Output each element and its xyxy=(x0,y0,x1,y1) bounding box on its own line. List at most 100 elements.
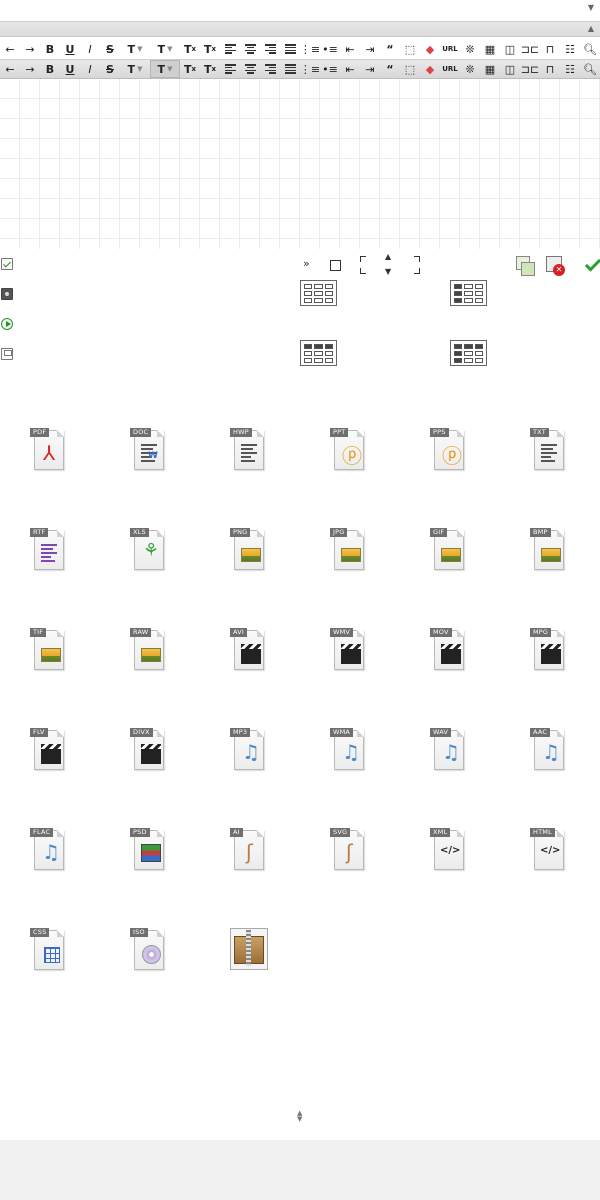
file-icon-txt[interactable]: TXT xyxy=(530,428,564,472)
file-icon-flac[interactable]: FLAC xyxy=(30,828,64,872)
archive-box-icon[interactable] xyxy=(230,928,270,972)
file-icon-xml[interactable]: XML xyxy=(430,828,464,872)
blockquote-button-2[interactable]: “ xyxy=(380,60,400,78)
merge-row-button[interactable]: ⊓ xyxy=(540,40,560,58)
align-right-button-2[interactable] xyxy=(260,60,280,78)
move-down-icon[interactable]: ▼ xyxy=(385,267,391,276)
subscript-button[interactable]: Tx xyxy=(200,40,220,58)
superscript-button-2[interactable]: Tx xyxy=(180,60,200,78)
collapse-arrow-icon[interactable]: ▼ xyxy=(588,3,594,12)
table-button[interactable]: ▦ xyxy=(480,40,500,58)
file-icon-tif[interactable]: TIF xyxy=(30,628,64,672)
file-icon-ppt[interactable]: PPT xyxy=(330,428,364,472)
file-icon-bmp[interactable]: BMP xyxy=(530,528,564,572)
checklist-icon[interactable] xyxy=(1,258,13,270)
strip-up-arrow-icon[interactable]: ▲ xyxy=(588,24,594,33)
corner-bottom-left-icon[interactable] xyxy=(360,268,366,274)
split-cell-button[interactable]: ◫ xyxy=(500,40,520,58)
file-icon-mp3[interactable]: MP3 xyxy=(230,728,264,772)
search-button[interactable]: 🔍︎ xyxy=(580,40,600,58)
eraser-button[interactable]: ◆ xyxy=(420,40,440,58)
search-button-2[interactable]: 🔍︎ xyxy=(580,60,600,78)
file-icon-css[interactable]: CSS xyxy=(30,928,64,972)
file-icon-flv[interactable]: FLV xyxy=(30,728,64,772)
special-char-button-2[interactable]: ❊ xyxy=(460,60,480,78)
underline-button[interactable]: U xyxy=(60,40,80,58)
redo-button-2[interactable]: → xyxy=(20,60,40,78)
outdent-button-2[interactable]: ⇤ xyxy=(340,60,360,78)
expand-icon[interactable]: » xyxy=(303,257,310,270)
align-right-button[interactable] xyxy=(260,40,280,58)
font-color-dropdown[interactable]: T ▼ xyxy=(120,40,150,58)
resize-handle-icon[interactable]: ▲ ▼ xyxy=(297,1110,302,1123)
unordered-list-button-2[interactable]: •≡ xyxy=(320,60,340,78)
eraser-button-2[interactable]: ◆ xyxy=(420,60,440,78)
undo-button-2[interactable]: ← xyxy=(0,60,20,78)
copy-image-icon[interactable] xyxy=(515,256,535,276)
align-left-button[interactable] xyxy=(220,40,240,58)
justify-button-2[interactable] xyxy=(280,60,300,78)
table-layout-header-row-icon[interactable] xyxy=(300,340,337,366)
table-layout-full-header-icon[interactable] xyxy=(450,340,487,366)
file-icon-pps[interactable]: PPS xyxy=(430,428,464,472)
italic-button-2[interactable]: I xyxy=(80,60,100,78)
file-icon-png[interactable]: PNG xyxy=(230,528,264,572)
corner-top-right-icon[interactable] xyxy=(414,256,420,262)
italic-button[interactable]: I xyxy=(80,40,100,58)
table-layout-plain-icon[interactable] xyxy=(300,280,337,306)
file-icon-iso[interactable]: ISO xyxy=(130,928,164,972)
merge-column-button-2[interactable]: ⊐⊏ xyxy=(520,60,540,78)
corner-bottom-right-icon[interactable] xyxy=(414,268,420,274)
move-up-icon[interactable]: ▲ xyxy=(385,252,391,261)
table-button-2[interactable]: ▦ xyxy=(480,60,500,78)
justify-button[interactable] xyxy=(280,40,300,58)
file-icon-divx[interactable]: DIVX xyxy=(130,728,164,772)
outdent-button[interactable]: ⇤ xyxy=(340,40,360,58)
file-icon-aac[interactable]: AAC xyxy=(530,728,564,772)
select-all-button-2[interactable]: ⬚ xyxy=(400,60,420,78)
special-char-button[interactable]: ❊ xyxy=(460,40,480,58)
font-color-dropdown-2[interactable]: T ▼ xyxy=(120,60,150,78)
file-icon-jpg[interactable]: JPG xyxy=(330,528,364,572)
merge-column-button[interactable]: ⊐⊏ xyxy=(520,40,540,58)
corner-top-left-icon[interactable] xyxy=(360,256,366,262)
background-color-dropdown[interactable]: T ▼ xyxy=(150,40,180,58)
file-icon-xls[interactable]: XLS xyxy=(130,528,164,572)
split-cell-button-2[interactable]: ◫ xyxy=(500,60,520,78)
file-icon-wma[interactable]: WMA xyxy=(330,728,364,772)
file-icon-hwp[interactable]: HWP xyxy=(230,428,264,472)
file-icon-wmv[interactable]: WMV xyxy=(330,628,364,672)
file-icon-gif[interactable]: GIF xyxy=(430,528,464,572)
file-icon-raw[interactable]: RAW xyxy=(130,628,164,672)
superscript-button[interactable]: Tx xyxy=(180,40,200,58)
bold-button-2[interactable]: B xyxy=(40,60,60,78)
confirm-check-icon[interactable] xyxy=(583,256,600,276)
file-icon-mov[interactable]: MOV xyxy=(430,628,464,672)
indent-button-2[interactable]: ⇥ xyxy=(360,60,380,78)
align-left-button-2[interactable] xyxy=(220,60,240,78)
subscript-button-2[interactable]: Tx xyxy=(200,60,220,78)
ordered-list-button[interactable]: ⋮≡ xyxy=(300,40,320,58)
redo-button[interactable]: → xyxy=(20,40,40,58)
save-icon[interactable] xyxy=(1,348,13,360)
url-button[interactable]: URL xyxy=(440,40,460,58)
fullscreen-box-icon[interactable] xyxy=(330,260,341,271)
background-color-dropdown-2[interactable]: T ▼ xyxy=(150,60,180,78)
blockquote-button[interactable]: “ xyxy=(380,40,400,58)
file-icon-wav[interactable]: WAV xyxy=(430,728,464,772)
align-center-button-2[interactable] xyxy=(240,60,260,78)
file-icon-pdf[interactable]: PDF xyxy=(30,428,64,472)
editor-canvas[interactable] xyxy=(0,79,600,249)
file-icon-mpg[interactable]: MPG xyxy=(530,628,564,672)
indent-button[interactable]: ⇥ xyxy=(360,40,380,58)
file-icon-svg[interactable]: SVG xyxy=(330,828,364,872)
strikethrough-button[interactable]: S xyxy=(100,40,120,58)
file-icon-doc[interactable]: DOC xyxy=(130,428,164,472)
file-icon-psd[interactable]: PSD xyxy=(130,828,164,872)
merge-row-button-2[interactable]: ⊓ xyxy=(540,60,560,78)
play-icon[interactable] xyxy=(1,318,13,330)
select-all-button[interactable]: ⬚ xyxy=(400,40,420,58)
bold-button[interactable]: B xyxy=(40,40,60,58)
unordered-list-button[interactable]: •≡ xyxy=(320,40,340,58)
tree-button-2[interactable]: ☷ xyxy=(560,60,580,78)
